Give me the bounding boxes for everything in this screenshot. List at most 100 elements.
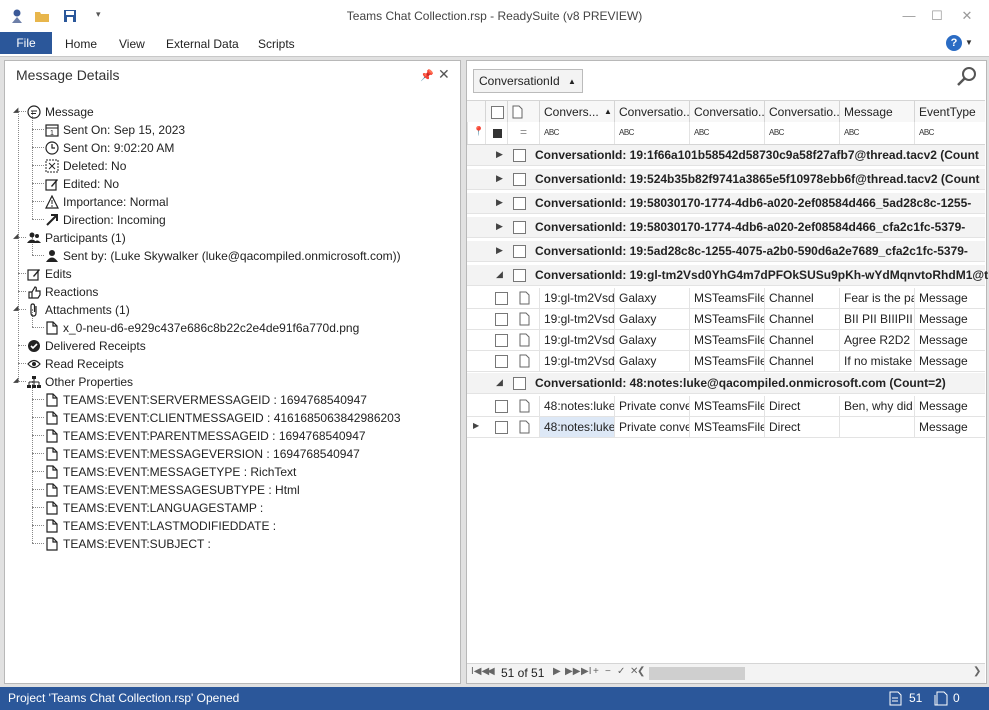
filter-cell-5[interactable]: ABC <box>839 122 914 144</box>
row-checkbox[interactable] <box>495 400 508 413</box>
minimize-button[interactable]: — <box>899 6 919 26</box>
expand-group-icon[interactable]: ▶ <box>496 197 503 208</box>
tree-node[interactable]: TEAMS:EVENT:MESSAGESUBTYPE : Html <box>45 480 300 498</box>
column-header-conversation-3[interactable]: Conversatio... <box>689 101 764 123</box>
filter-equals-icon[interactable]: = <box>507 122 539 144</box>
column-header-eventtype[interactable]: EventType <box>914 101 985 123</box>
group-checkbox[interactable] <box>513 173 526 186</box>
tree-node[interactable]: Edited: No <box>45 174 119 192</box>
close-window-button[interactable]: ✕ <box>957 6 977 26</box>
expand-group-icon[interactable]: ▶ <box>496 149 503 160</box>
filter-cell-4[interactable]: ABC <box>764 122 839 144</box>
table-cell[interactable]: Message <box>914 396 985 416</box>
table-cell[interactable]: 48:notes:luke <box>539 396 614 416</box>
tree-node[interactable]: Other Properties <box>27 372 133 390</box>
group-checkbox[interactable] <box>513 149 526 162</box>
menu-view[interactable]: View <box>119 37 145 51</box>
row-checkbox[interactable] <box>495 355 508 368</box>
table-cell[interactable]: BII PII BIIIPII <box>839 309 914 329</box>
group-checkbox[interactable] <box>513 269 526 282</box>
tree-collapse-icon[interactable]: ◢ <box>13 106 18 114</box>
tree-node[interactable]: TEAMS:EVENT:LANGUAGESTAMP : <box>45 498 263 516</box>
tree-node[interactable]: TEAMS:EVENT:PARENTMESSAGEID : 1694768540… <box>45 426 366 444</box>
tree-node[interactable]: Deleted: No <box>45 156 126 174</box>
table-cell[interactable]: MSTeamsFile <box>689 288 764 308</box>
select-all-checkbox[interactable] <box>485 101 507 123</box>
tree-node[interactable]: Participants (1) <box>27 228 126 246</box>
scroll-left-icon[interactable]: ❮ <box>637 666 645 677</box>
table-cell[interactable]: Channel <box>764 351 839 371</box>
table-row[interactable]: 48:notes:luke Private conve MSTeamsFile Dir… <box>467 396 985 417</box>
table-row[interactable]: 19:gl-tm2Vsd Galaxy MSTeamsFile Channel Agre… <box>467 330 985 351</box>
table-cell[interactable]: Private conve <box>614 417 689 437</box>
group-row[interactable]: ▶ ConversationId: 19:1f66a101b58542d58730… <box>467 145 985 166</box>
last-record-icon[interactable]: ▶I <box>581 666 591 677</box>
tree-node[interactable]: Delivered Receipts <box>27 336 146 354</box>
table-cell[interactable]: 19:gl-tm2Vsd <box>539 309 614 329</box>
search-icon[interactable] <box>956 66 978 88</box>
tree-node[interactable]: TEAMS:EVENT:LASTMODIFIEDDATE : <box>45 516 276 534</box>
table-cell[interactable]: MSTeamsFile <box>689 417 764 437</box>
tree-node[interactable]: Read Receipts <box>27 354 124 372</box>
help-icon[interactable]: ? <box>946 35 962 51</box>
column-header-message[interactable]: Message <box>839 101 914 123</box>
tree-node[interactable]: 1 Sent On: Sep 15, 2023 <box>45 120 185 138</box>
scroll-right-icon[interactable]: ❯ <box>973 666 981 677</box>
filter-cell-3[interactable]: ABC <box>689 122 764 144</box>
end-edit-icon[interactable]: ✓ <box>617 666 625 677</box>
tree-node[interactable]: Attachments (1) <box>27 300 130 318</box>
tree-collapse-icon[interactable]: ◢ <box>13 232 18 240</box>
group-checkbox[interactable] <box>513 245 526 258</box>
table-cell[interactable]: Message <box>914 309 985 329</box>
row-checkbox[interactable] <box>495 421 508 434</box>
table-cell[interactable]: Galaxy <box>614 351 689 371</box>
group-row[interactable]: ▶ ConversationId: 19:5ad28c8c-1255-4075-a… <box>467 241 985 262</box>
row-checkbox[interactable] <box>495 334 508 347</box>
filter-cell-6[interactable]: ABC <box>914 122 985 144</box>
table-cell[interactable]: Channel <box>764 309 839 329</box>
tree-node[interactable]: x_0-neu-d6-e929c437e686c8b22c2e4de91f6a7… <box>45 318 359 336</box>
tree-node[interactable]: TEAMS:EVENT:MESSAGETYPE : RichText <box>45 462 296 480</box>
collapse-group-icon[interactable]: ◢ <box>496 377 503 388</box>
column-header-conversationid[interactable]: Convers... ▲ <box>539 101 614 123</box>
table-cell[interactable]: 19:gl-tm2Vsd <box>539 330 614 350</box>
tree-node[interactable]: Edits <box>27 264 72 282</box>
column-header-conversation-4[interactable]: Conversatio... <box>764 101 839 123</box>
tree-node[interactable]: Message <box>27 102 94 120</box>
table-cell[interactable]: MSTeamsFile <box>689 396 764 416</box>
table-cell[interactable]: If no mistake <box>839 351 914 371</box>
table-cell[interactable]: 48:notes:luke <box>539 417 614 437</box>
horizontal-scrollbar-thumb[interactable] <box>649 667 745 680</box>
table-cell[interactable]: Agree R2D2 , <box>839 330 914 350</box>
group-checkbox[interactable] <box>513 377 526 390</box>
table-cell[interactable]: Ben, why did <box>839 396 914 416</box>
column-header-conversation-2[interactable]: Conversatio... <box>614 101 689 123</box>
table-cell[interactable]: Message <box>914 288 985 308</box>
tree-collapse-icon[interactable]: ◢ <box>13 304 18 312</box>
tree-node[interactable]: TEAMS:EVENT:MESSAGEVERSION : 16947685409… <box>45 444 360 462</box>
collapse-group-icon[interactable]: ◢ <box>496 269 503 280</box>
filter-checkbox[interactable] <box>485 122 507 144</box>
prev-record-icon[interactable]: ◀ <box>487 666 495 677</box>
table-cell[interactable]: MSTeamsFile <box>689 309 764 329</box>
group-row[interactable]: ◢ ConversationId: 48:notes:luke@qacompile… <box>467 373 985 394</box>
row-checkbox[interactable] <box>495 292 508 305</box>
tree-node[interactable]: TEAMS:EVENT:SUBJECT : <box>45 534 211 552</box>
group-row[interactable]: ▶ ConversationId: 19:58030170-1774-4db6-a… <box>467 193 985 214</box>
group-checkbox[interactable] <box>513 221 526 234</box>
filter-cell-2[interactable]: ABC <box>614 122 689 144</box>
table-cell[interactable] <box>839 417 914 437</box>
tree-node[interactable]: Direction: Incoming <box>45 210 166 228</box>
table-cell[interactable]: MSTeamsFile <box>689 330 764 350</box>
group-checkbox[interactable] <box>513 197 526 210</box>
menu-scripts[interactable]: Scripts <box>258 37 295 51</box>
tree-node[interactable]: Sent by: (Luke Skywalker (luke@qacompile… <box>45 246 401 264</box>
menu-home[interactable]: Home <box>65 37 97 51</box>
group-row[interactable]: ◢ ConversationId: 19:gl-tm2Vsd0YhG4m7dPFO… <box>467 265 989 286</box>
table-cell[interactable]: Fear is the pa <box>839 288 914 308</box>
tree-node[interactable]: TEAMS:EVENT:SERVERMESSAGEID : 1694768540… <box>45 390 367 408</box>
help-dropdown-icon[interactable]: ▼ <box>965 38 973 47</box>
row-checkbox[interactable] <box>495 313 508 326</box>
doc-column-header[interactable] <box>507 101 539 123</box>
table-cell[interactable]: Private conve <box>614 396 689 416</box>
